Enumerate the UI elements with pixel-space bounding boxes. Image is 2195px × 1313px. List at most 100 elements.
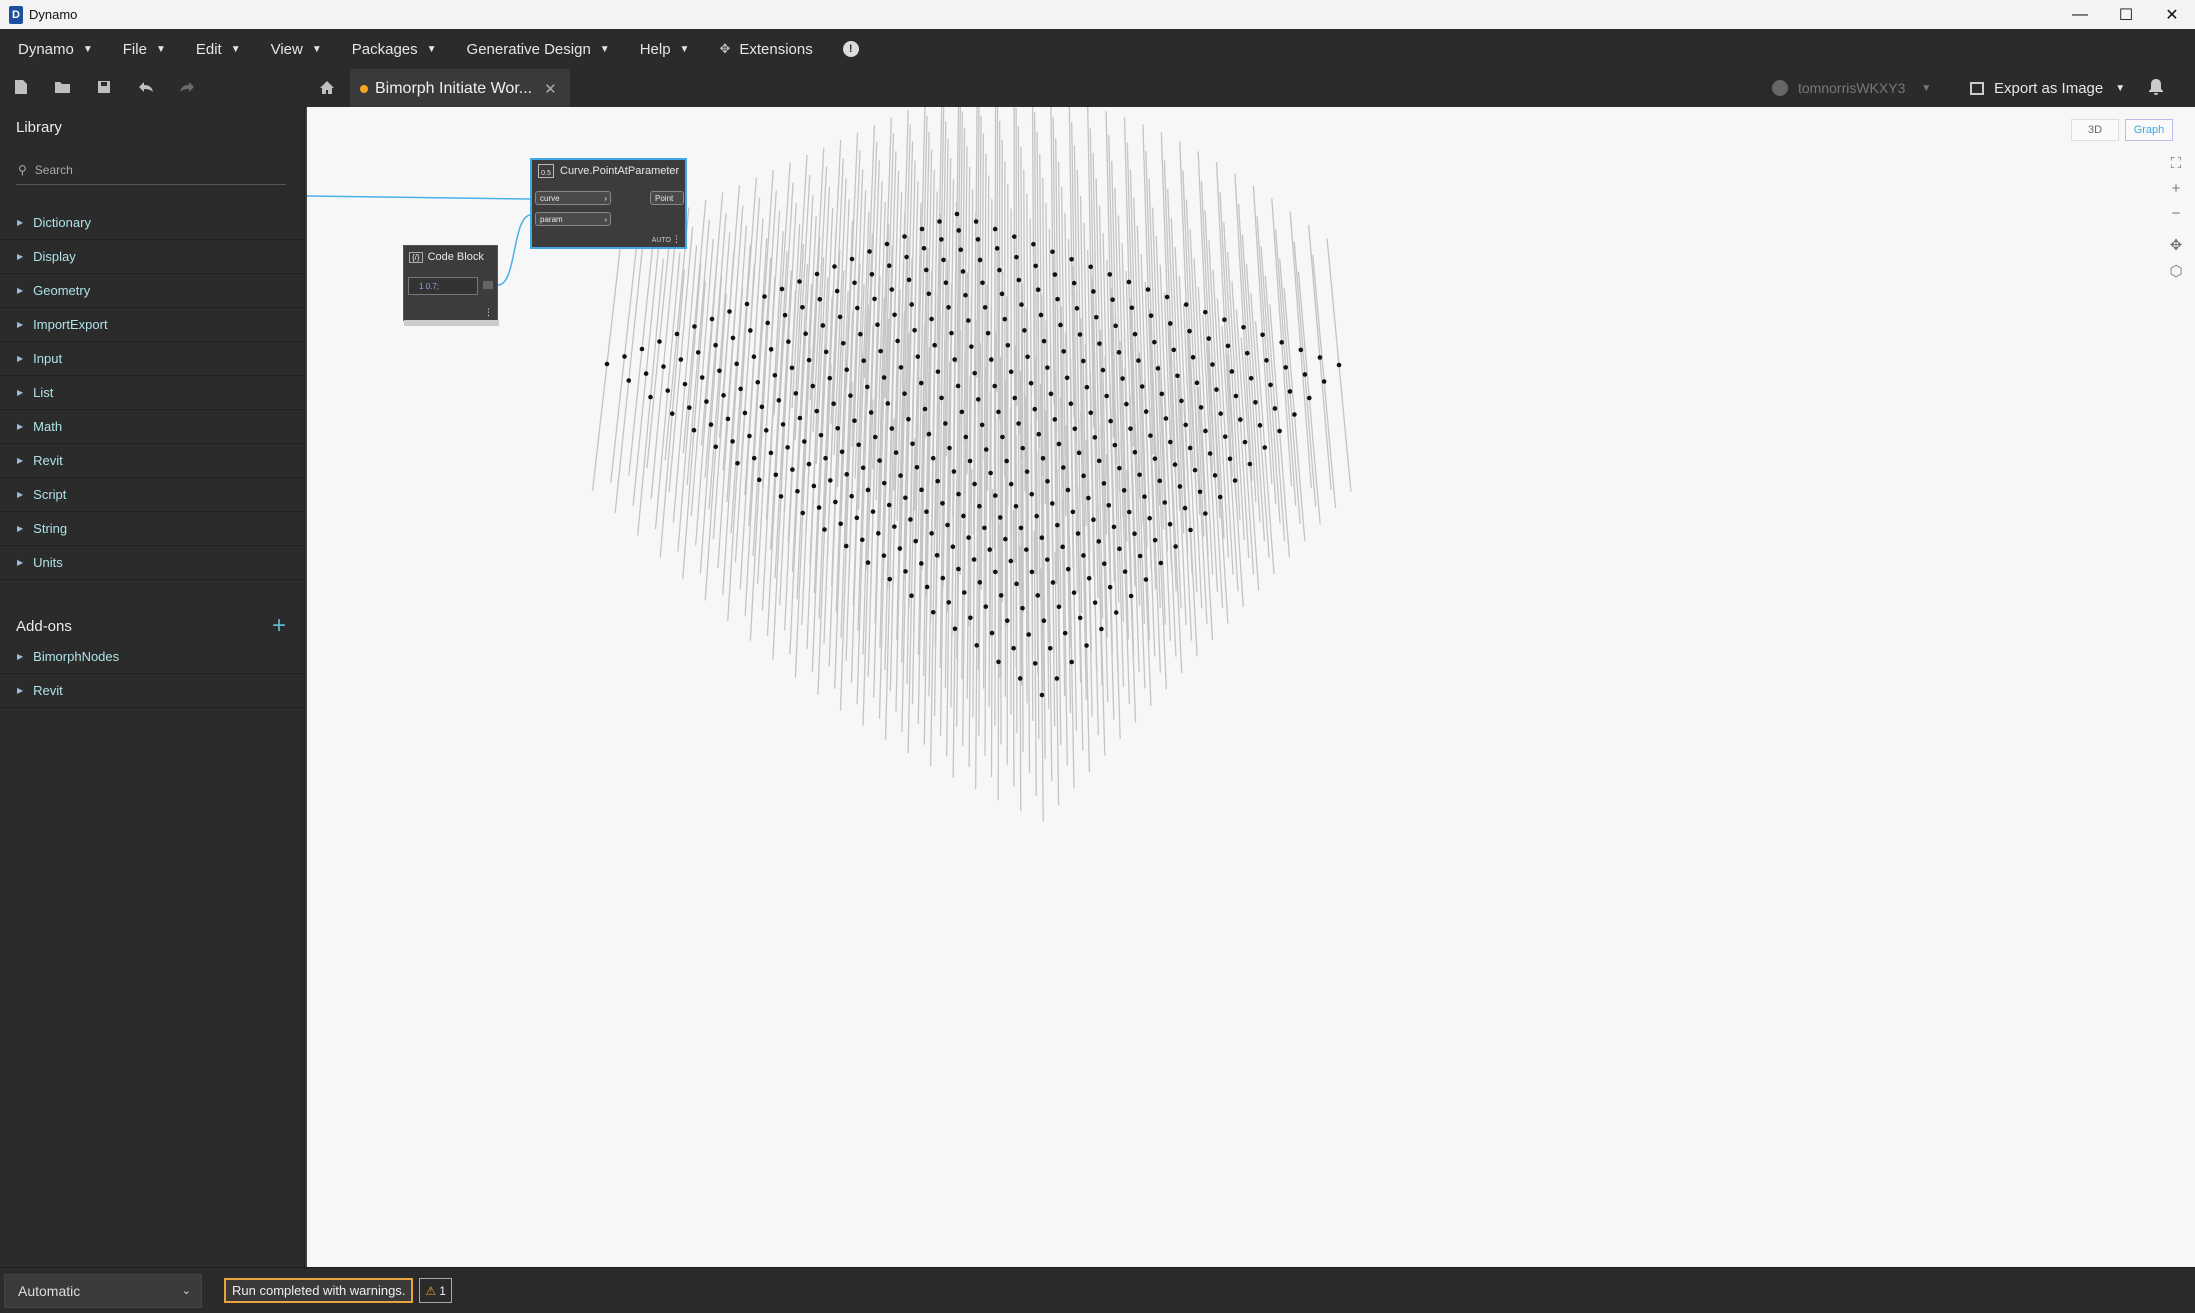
addon-item-bimorphnodes[interactable]: ▶ BimorphNodes [0, 640, 305, 674]
menu-file[interactable]: File ▼ [123, 41, 166, 58]
geometry-view-button[interactable]: 3D [2071, 119, 2119, 141]
minimize-button[interactable]: — [2057, 0, 2103, 29]
preview-point [776, 398, 782, 403]
library-item-revit[interactable]: ▶ Revit [0, 444, 305, 478]
node-menu-icon[interactable]: ⋮ [672, 234, 681, 245]
user-account[interactable]: tomnorrisWKXY3 ▼ [1772, 69, 1931, 107]
preview-point [800, 510, 806, 516]
library-search-input[interactable]: ⚲ Search [16, 155, 286, 185]
tab-workspace[interactable]: Bimorph Initiate Wor... ✕ [350, 69, 570, 107]
library-item-list[interactable]: ▶ List [0, 376, 305, 410]
preview-point [889, 287, 895, 292]
library-item-importexport[interactable]: ▶ ImportExport [0, 308, 305, 342]
output-port-point[interactable]: Point [650, 191, 684, 205]
preview-point [773, 472, 779, 478]
open-folder-icon[interactable] [53, 78, 71, 96]
close-button[interactable]: ✕ [2149, 0, 2195, 29]
preview-point [949, 330, 954, 336]
add-package-icon[interactable]: + [272, 612, 286, 640]
new-file-icon[interactable] [12, 78, 30, 96]
preview-point [895, 338, 900, 344]
menu-extensions[interactable]: ✥ Extensions [719, 41, 812, 58]
preview-point [1302, 372, 1308, 377]
tab-close-icon[interactable]: ✕ [544, 80, 557, 98]
preview-point [751, 455, 757, 461]
node-curve-point-at-parameter[interactable]: 0.5 Curve.PointAtParameter curve › param ›… [530, 158, 687, 249]
preview-point [861, 358, 866, 364]
preview-point [1088, 410, 1094, 416]
menu-generative-design[interactable]: Generative Design ▼ [467, 41, 610, 58]
code-block-editor[interactable]: 1 0.7; [408, 277, 478, 295]
maximize-button[interactable]: ☐ [2103, 0, 2149, 29]
addons-list: ▶ BimorphNodes ▶ Revit [0, 640, 305, 708]
preview-point [727, 309, 732, 314]
preview-point [929, 531, 934, 536]
warning-count-badge[interactable]: ⚠ 1 [419, 1278, 452, 1303]
library-item-dictionary[interactable]: ▶ Dictionary [0, 206, 305, 240]
redo-icon[interactable] [178, 78, 196, 96]
run-status-badge[interactable]: Run completed with warnings. [224, 1278, 414, 1303]
preview-point [747, 433, 752, 439]
preview-point [1107, 584, 1113, 590]
library-title: Library [16, 119, 62, 136]
library-item-geometry[interactable]: ▶ Geometry [0, 274, 305, 308]
expand-arrow-icon: ▶ [17, 490, 24, 499]
preview-point [1084, 643, 1089, 648]
preview-point [881, 375, 887, 380]
library-item-input[interactable]: ▶ Input [0, 342, 305, 376]
preview-point [1031, 241, 1036, 247]
preview-point [1194, 380, 1200, 386]
notification-bell-icon[interactable] [2148, 78, 2164, 101]
input-port-curve[interactable]: curve › [535, 191, 611, 205]
pan-icon[interactable]: ✥ [2170, 236, 2183, 254]
library-item-display[interactable]: ▶ Display [0, 240, 305, 274]
preview-point [756, 477, 762, 483]
input-port-param[interactable]: param › [535, 212, 611, 226]
preview-point [1272, 406, 1278, 411]
preview-point [1132, 449, 1138, 455]
workspace-canvas[interactable]: 0.5 Curve.PointAtParameter curve › param ›… [305, 107, 2195, 1267]
menu-edit[interactable]: Edit ▼ [196, 41, 241, 58]
preview-point [1177, 484, 1183, 489]
output-port[interactable] [483, 281, 493, 289]
undo-icon[interactable] [137, 78, 155, 96]
run-mode-select[interactable]: Automatic ⌄ [4, 1273, 202, 1308]
node-curve-icon: 0.5 [538, 164, 554, 178]
preview-point [779, 286, 785, 292]
preview-point [1056, 441, 1062, 447]
preview-point [1072, 426, 1078, 432]
preview-line [1031, 107, 1036, 394]
node-menu-icon[interactable]: ⋮ [484, 307, 493, 318]
preview-point [713, 444, 719, 450]
library-item-string[interactable]: ▶ String [0, 512, 305, 546]
export-label: Export as Image [1994, 79, 2104, 97]
node-code-block[interactable]: {/} Code Block 1 0.7; ⋮ [403, 245, 499, 326]
menu-dynamo[interactable]: Dynamo ▼ [18, 41, 93, 58]
save-icon[interactable] [95, 78, 113, 96]
preview-point [999, 291, 1005, 297]
zoom-out-icon[interactable]: − [2172, 205, 2181, 222]
preview-point [980, 280, 985, 286]
library-item-script[interactable]: ▶ Script [0, 478, 305, 512]
preview-point [704, 399, 709, 404]
library-item-units[interactable]: ▶ Units [0, 546, 305, 580]
info-icon[interactable]: ! [842, 41, 859, 57]
preview-point [1321, 379, 1327, 384]
warning-icon: ⚠ [425, 1283, 437, 1298]
zoom-fit-icon[interactable]: ⛶ [2171, 155, 2182, 172]
addon-item-revit[interactable]: ▶ Revit [0, 674, 305, 708]
preview-point [868, 410, 874, 415]
home-icon[interactable] [318, 78, 336, 96]
orbit-icon[interactable]: ⬡ [2169, 262, 2182, 280]
menu-view[interactable]: View ▼ [271, 41, 322, 58]
preview-point [1172, 462, 1178, 467]
export-image-button[interactable]: Export as Image ▼ [1970, 69, 2125, 107]
preview-point [1028, 380, 1034, 386]
library-item-math[interactable]: ▶ Math [0, 410, 305, 444]
graph-view-button[interactable]: Graph [2125, 119, 2173, 141]
preview-point [1171, 347, 1177, 353]
preview-point [1008, 558, 1014, 564]
zoom-in-icon[interactable]: + [2172, 180, 2181, 197]
menu-help[interactable]: Help ▼ [640, 41, 690, 58]
menu-packages[interactable]: Packages ▼ [352, 41, 437, 58]
